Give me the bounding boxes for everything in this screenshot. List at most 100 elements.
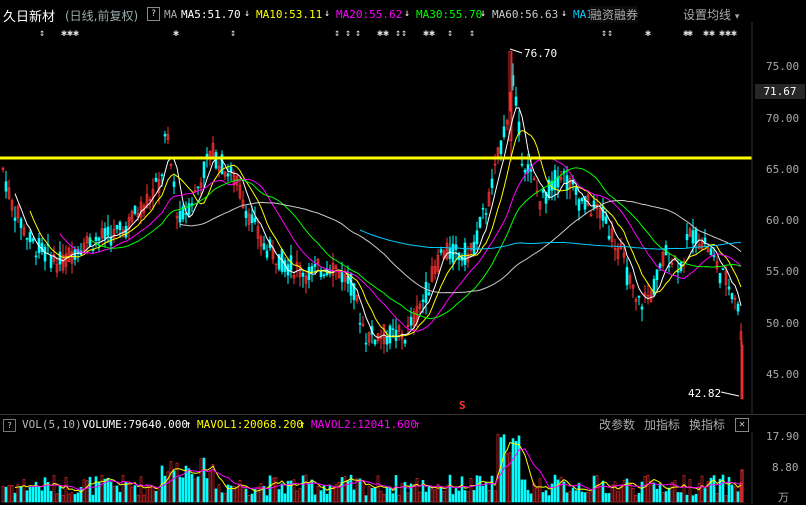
volume-bar (652, 482, 656, 503)
volume-bar (577, 482, 581, 503)
tab-margin-trading[interactable]: 融资融券 (590, 6, 639, 23)
event-marker[interactable]: ↕ (607, 28, 613, 39)
candle-body (388, 325, 392, 344)
event-marker[interactable]: ↕ (355, 28, 361, 39)
volume-bar (97, 481, 101, 503)
help-icon[interactable]: ? (147, 7, 160, 21)
vol-label: VOL(5,10) (22, 418, 82, 431)
event-marker[interactable]: ✱ (709, 28, 715, 39)
candle-body (514, 96, 518, 106)
event-marker[interactable]: ✱ (173, 28, 179, 39)
event-marker[interactable]: ↕ (334, 28, 340, 39)
volume-bar (574, 490, 578, 503)
arrow-down-icon: ↓ (561, 8, 568, 19)
kline-chart[interactable]: ↕ ✱ ✱ ✱ ✱ ↕ ↕ ↕ ↕ ✱ ✱ ↕ ↕ ✱ ✱ ↕ ↕ ↕ ↕ ✱ ✱✱ ✱ ✱ ✱ ✱ ✱ 76.70 42.82 … (0, 22, 806, 414)
volume-tick: 17.90 (766, 430, 800, 443)
volume-bar (505, 453, 509, 503)
candle-body (43, 247, 47, 262)
event-marker[interactable]: ✱ (645, 28, 651, 39)
volume-bar (721, 474, 725, 503)
volume-bar (520, 479, 524, 503)
volume-bar (406, 492, 410, 503)
volume-bar (4, 486, 8, 503)
event-marker[interactable]: ✱ (73, 28, 79, 39)
volume-bar (196, 476, 200, 503)
volume-bar (58, 485, 62, 503)
volume-bar (271, 477, 275, 503)
candle-body (409, 316, 413, 326)
volume-bar (442, 490, 446, 503)
volume-bar (547, 495, 551, 503)
volume-bar (250, 493, 254, 503)
event-marker[interactable]: ↕ (447, 28, 453, 39)
volume-bar (544, 490, 548, 503)
volume-bar (199, 458, 203, 503)
candle-body (424, 281, 428, 303)
price-tick: 70.00 (766, 112, 800, 125)
candle-body (454, 244, 458, 250)
event-marker[interactable]: ↕ (345, 28, 351, 39)
volume-chart[interactable] (0, 432, 806, 504)
switch-indicator-button[interactable]: 换指标 (689, 416, 725, 433)
volume-bar (604, 493, 608, 503)
volume-bar (130, 486, 134, 503)
volume-bar (28, 486, 32, 503)
ma-value-1: MA10:53.11 (256, 8, 323, 21)
candle-body (601, 206, 605, 221)
volume-bar (124, 481, 128, 503)
add-indicator-button[interactable]: 加指标 (644, 416, 680, 433)
sell-signal[interactable]: S (459, 399, 466, 412)
candle-body (106, 226, 110, 236)
candle-body (721, 268, 725, 271)
volume-bar (688, 479, 692, 503)
price-tick: 75.00 (766, 60, 800, 73)
volume-bar (82, 479, 86, 503)
volume-bar (91, 494, 95, 503)
candle-body (34, 255, 38, 258)
candle-body (730, 293, 734, 300)
volume-bar (328, 484, 332, 503)
volume-bar (280, 483, 284, 503)
volume-bar (118, 491, 122, 503)
volume-bar (655, 488, 659, 503)
candle-body (403, 339, 407, 344)
volume-bar (100, 475, 104, 503)
volume-bar (427, 485, 431, 503)
candle-body (490, 178, 494, 189)
volume-bar (277, 489, 281, 503)
ma-settings-button[interactable]: 设置均线 ▾ (683, 6, 739, 23)
change-params-button[interactable]: 改参数 (599, 416, 635, 433)
event-marker[interactable]: ✱ (731, 28, 737, 39)
volume-bar (664, 491, 668, 503)
event-marker[interactable]: ↕ (469, 28, 475, 39)
volume-bar (70, 492, 74, 503)
close-icon[interactable]: ✕ (735, 418, 749, 432)
help-icon[interactable]: ? (3, 419, 16, 432)
event-marker[interactable]: ↕ (39, 28, 45, 39)
candle-body (478, 216, 482, 228)
candle-body (523, 169, 527, 173)
event-marker[interactable]: ✱ (687, 28, 693, 39)
event-markers: ↕ ✱ ✱ ✱ ✱ ↕ ↕ ↕ ↕ ✱ ✱ ↕ ↕ ✱ ✱ ↕ ↕ ↕ ↕ ✱ ✱✱ ✱ ✱ ✱ ✱ ✱ (39, 28, 737, 39)
volume-bar (10, 485, 14, 503)
current-price-tag: 71.67 (755, 84, 805, 99)
event-marker[interactable]: ✱ (429, 28, 435, 39)
low-pointer (720, 391, 740, 397)
volume-bar (658, 483, 662, 503)
volume-bar (643, 475, 647, 503)
event-marker[interactable]: ↕ (401, 28, 407, 39)
event-marker[interactable]: ↕ (230, 28, 236, 39)
candle-body (577, 199, 581, 211)
volume-bar (265, 495, 269, 503)
volume-bar (121, 475, 125, 503)
volume-bar (85, 480, 89, 503)
volume-bar (715, 493, 719, 503)
volume-bar (490, 475, 494, 503)
high-label: 76.70 (524, 47, 557, 60)
candle-body (262, 243, 266, 250)
candle-body (322, 274, 326, 277)
volume-bar (580, 491, 584, 503)
event-marker[interactable]: ✱ (383, 28, 389, 39)
volume-bar (64, 477, 68, 503)
candle-body (394, 329, 398, 341)
